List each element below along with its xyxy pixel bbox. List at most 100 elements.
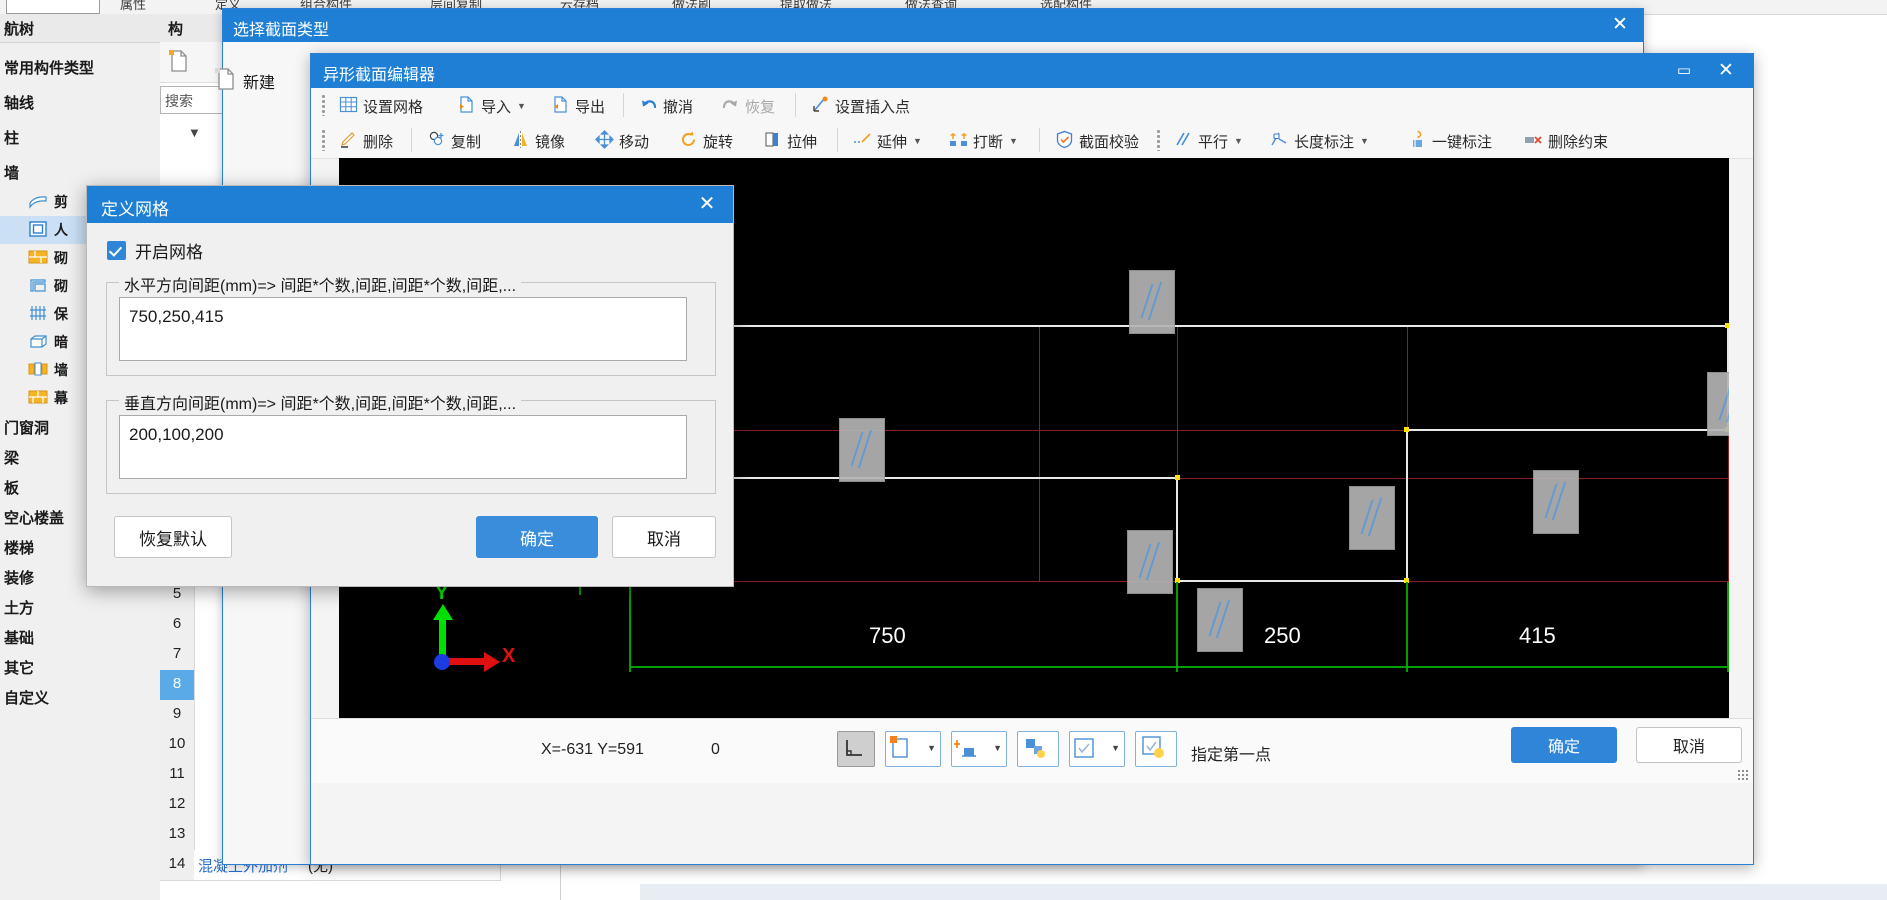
nav-item-earthwork[interactable]: 土方	[0, 592, 160, 622]
vertex-node[interactable]	[1175, 475, 1180, 480]
table-row-number[interactable]: 10	[160, 730, 195, 761]
grid-snap-icon[interactable]: ▼	[1069, 731, 1125, 767]
constraint-marker[interactable]	[1707, 372, 1729, 436]
curved-wall-icon	[28, 192, 48, 210]
ortho-snap-icon[interactable]	[837, 731, 875, 767]
constraint-marker[interactable]	[1349, 486, 1395, 550]
toolbar-button-auto-dimension[interactable]: 一键标注	[1402, 125, 1498, 157]
ribbon-left-field[interactable]	[6, 0, 100, 14]
toolbar-button-redo[interactable]: 恢复	[715, 90, 781, 122]
toolbar-button-copy[interactable]: 复制	[421, 125, 487, 157]
toolbar-separator	[795, 93, 796, 117]
nav-item-common-types[interactable]: 常用构件类型	[0, 52, 160, 82]
grid-dialog-titlebar[interactable]: 定义网格 ✕	[87, 186, 733, 223]
import-icon	[457, 95, 476, 118]
table-row-number[interactable]: 12	[160, 790, 195, 821]
chevron-down-icon[interactable]: ▼	[993, 743, 1002, 753]
nav-item-other[interactable]: 其它	[0, 652, 160, 682]
dim-ext-line	[1406, 582, 1408, 672]
table-row-number[interactable]: 11	[160, 760, 195, 791]
toolbar-button-extend[interactable]: 延伸 ▼	[847, 125, 928, 157]
vertex-node[interactable]	[1404, 427, 1409, 432]
toolbar-button-mirror[interactable]: 镜像	[505, 125, 571, 157]
ribbon-item-0[interactable]: 属性	[120, 0, 146, 13]
row-number-label: 10	[168, 735, 186, 752]
polar-track-icon[interactable]	[1017, 731, 1059, 767]
point-snap-icon[interactable]: ▼	[951, 731, 1007, 767]
table-row-number[interactable]: 6	[160, 610, 195, 641]
curtain-wall-icon	[28, 388, 48, 406]
chevron-down-icon[interactable]: ▼	[1009, 136, 1018, 146]
mirror-icon	[511, 130, 530, 153]
toolbar-button-remove-constraint[interactable]: 删除约束	[1518, 125, 1614, 157]
toolbar-button-break[interactable]: 打断 ▼	[943, 125, 1024, 157]
constraint-marker[interactable]	[839, 418, 885, 482]
table-row-number[interactable]: 9	[160, 700, 195, 731]
vertex-node[interactable]	[1725, 323, 1729, 328]
chevron-down-icon[interactable]: ▼	[517, 101, 526, 111]
table-row-number[interactable]: 7	[160, 640, 195, 671]
nav-item-column[interactable]: 柱	[0, 122, 160, 152]
toolbar-button-parallel[interactable]: 平行 ▼	[1168, 125, 1249, 157]
toolbar-button-undo[interactable]: 撤消	[633, 90, 699, 122]
cancel-button[interactable]: 取消	[612, 516, 716, 558]
editor-toolbar-row-1[interactable]: 设置网格 导入 ▼ 导出 撤消 恢复 设置插入点	[311, 88, 1753, 124]
enable-grid-checkbox-row[interactable]: 开启网格	[107, 238, 203, 263]
toolbar-button-stretch[interactable]: 拉伸	[757, 125, 823, 157]
horizontal-spacing-input[interactable]: 750,250,415	[119, 297, 687, 361]
chevron-down-icon[interactable]: ▼	[1111, 743, 1120, 753]
confirm-button[interactable]: 确定	[476, 516, 598, 558]
close-icon[interactable]: ✕	[691, 192, 723, 217]
enable-grid-checkbox[interactable]	[107, 241, 126, 260]
new-document-icon[interactable]	[166, 48, 198, 76]
chevron-down-icon[interactable]: ▼	[913, 136, 922, 146]
editor-toolbar-row-2[interactable]: 删除 复制 镜像 移动 旋转 拉伸 延伸 ▼ 打断 ▼ 截面校验 平行 ▼ 长度…	[311, 123, 1753, 159]
constraint-marker[interactable]	[1129, 270, 1175, 334]
tree-expand-caret[interactable]: ▼	[188, 125, 201, 140]
table-row-number[interactable]: 13	[160, 820, 195, 851]
toolbar-button-import[interactable]: 导入 ▼	[451, 90, 532, 122]
chevron-down-icon[interactable]: ▼	[1360, 136, 1369, 146]
toolbar-grip[interactable]	[321, 129, 326, 151]
constraint-marker[interactable]	[1127, 530, 1173, 594]
table-row-number-selected[interactable]: 8	[160, 670, 195, 701]
nav-child-label: 剪	[54, 194, 68, 210]
toolbar-button-export[interactable]: 导出	[545, 90, 611, 122]
constraint-marker[interactable]	[1197, 588, 1243, 652]
toolbar-label: 长度标注	[1294, 133, 1355, 151]
restore-defaults-button[interactable]: 恢复默认	[114, 516, 232, 558]
close-icon[interactable]: ✕	[1709, 58, 1743, 84]
table-row-number[interactable]: 14	[160, 850, 195, 881]
navigation-tree-header: 航树	[0, 14, 160, 43]
toolbar-grip[interactable]	[1156, 129, 1161, 151]
toolbar-button-length-dimension[interactable]: 长度标注 ▼	[1264, 125, 1375, 157]
nav-item-axis[interactable]: 轴线	[0, 87, 160, 117]
constraint-marker[interactable]	[1533, 470, 1579, 534]
minimize-icon[interactable]: ▭	[1667, 58, 1701, 84]
resize-grip[interactable]	[1737, 769, 1749, 781]
close-icon[interactable]: ✕	[1603, 12, 1637, 38]
cancel-button[interactable]: 取消	[1636, 727, 1742, 763]
toolbar-button-delete[interactable]: 删除	[333, 125, 399, 157]
chevron-down-icon[interactable]: ▼	[927, 743, 936, 753]
editor-titlebar[interactable]: 异形截面编辑器 ▭ ✕	[311, 54, 1753, 88]
toolbar-grip[interactable]	[321, 94, 326, 116]
toolbar-button-set-grid[interactable]: 设置网格	[333, 90, 429, 122]
toolbar-button-section-verify[interactable]: 截面校验	[1049, 125, 1145, 157]
toolbar-separator	[1039, 128, 1040, 152]
toolbar-button-set-insert-point[interactable]: 设置插入点	[805, 90, 916, 122]
nav-item-custom[interactable]: 自定义	[0, 682, 160, 712]
dynamic-input-icon[interactable]	[1135, 731, 1177, 767]
ok-button[interactable]: 确定	[1511, 727, 1617, 763]
vertical-spacing-input[interactable]: 200,100,200	[119, 415, 687, 479]
object-snap-icon[interactable]: ▼	[885, 731, 941, 767]
nav-item-wall[interactable]: 墙	[0, 157, 160, 187]
nav-item-foundation[interactable]: 基础	[0, 622, 160, 652]
chevron-down-icon[interactable]: ▼	[1234, 136, 1243, 146]
nav-child-label: 幕	[54, 390, 68, 406]
wall-post-icon	[28, 360, 48, 378]
dialog-titlebar[interactable]: 选择截面类型 ✕	[223, 9, 1643, 42]
toolbar-button-move[interactable]: 移动	[589, 125, 655, 157]
toolbar-button-rotate[interactable]: 旋转	[673, 125, 739, 157]
new-section-button[interactable]: 新建	[213, 64, 323, 94]
